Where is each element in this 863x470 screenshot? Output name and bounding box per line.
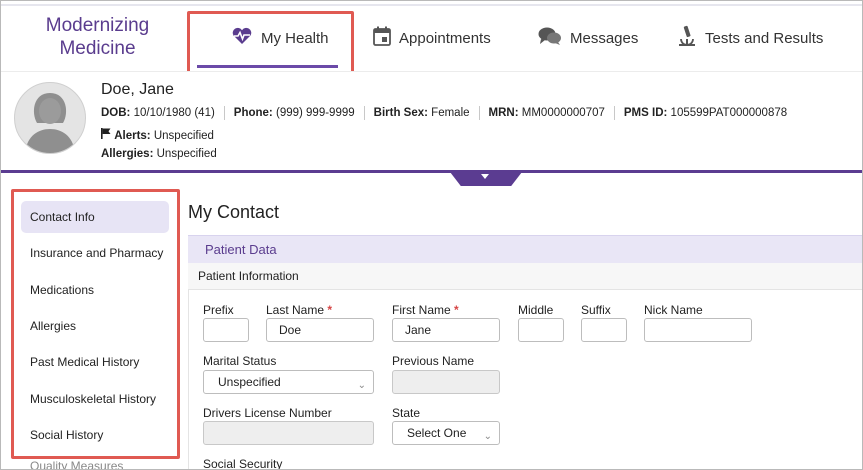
section-header[interactable]: Patient Data [188, 235, 862, 264]
tab-appointments[interactable]: Appointments [373, 25, 491, 51]
tab-label: Tests and Results [705, 29, 824, 47]
marital-status-value: Unspecified [218, 375, 281, 389]
required-mark: * [327, 303, 333, 317]
app-window: Modernizing Medicine My Health Appointme… [0, 0, 863, 470]
dob-value: 10/10/1980 (41) [133, 107, 215, 119]
alerts-row: Alerts: Unspecified [101, 128, 214, 142]
divider [478, 106, 480, 120]
page-title: My Contact [188, 202, 280, 222]
app-logo[interactable]: Modernizing Medicine [15, 14, 180, 60]
tab-messages[interactable]: Messages [538, 25, 638, 51]
sidebar-item-label: Quality Measures [30, 459, 124, 470]
divider [613, 106, 615, 120]
banner-divider [1, 170, 862, 173]
mrn-value: MM0000000707 [521, 107, 605, 119]
subsection-title: Patient Information [198, 269, 299, 283]
pms-value: 105599PAT000000878 [670, 107, 788, 119]
top-nav: Modernizing Medicine My Health Appointme… [1, 1, 862, 71]
drivers-license-label: Drivers License Number [203, 406, 332, 420]
highlight-sidebar [11, 189, 180, 459]
alerts-label: Alerts: [114, 130, 151, 142]
allergies-row: Allergies: Unspecified [101, 148, 217, 160]
marital-status-select[interactable]: Unspecified ⌄ [203, 370, 374, 394]
sex-value: Female [431, 107, 470, 119]
divider [223, 106, 225, 120]
patient-banner: Doe, Jane DOB: 10/10/1980 (41) Phone: (9… [1, 71, 862, 172]
last-name-label-text: Last Name [266, 303, 325, 317]
dob-label: DOB: [101, 107, 131, 119]
top-border [1, 4, 862, 6]
prefix-label: Prefix [203, 303, 234, 317]
social-security-label: Social Security [203, 457, 283, 470]
state-value: Select One [407, 426, 467, 440]
pms-label: PMS ID: [623, 107, 668, 119]
state-select[interactable]: Select One ⌄ [392, 421, 500, 445]
divider [363, 106, 365, 120]
drivers-license-input [203, 421, 374, 445]
patient-name: Doe, Jane [101, 81, 174, 98]
sex-label: Birth Sex: [373, 107, 428, 119]
last-name-input[interactable] [266, 318, 374, 342]
mrn-label: MRN: [488, 107, 519, 119]
chat-bubbles-icon [538, 26, 562, 50]
section-title: Patient Data [205, 242, 277, 257]
patient-demographics: DOB: 10/10/1980 (41) Phone: (999) 999-99… [101, 106, 787, 120]
suffix-input[interactable] [581, 318, 627, 342]
last-name-label: Last Name * [266, 303, 332, 317]
tab-label: Messages [570, 29, 639, 47]
sidebar-item-quality-measures[interactable]: Quality Measures [21, 459, 169, 470]
marital-status-label: Marital Status [203, 354, 277, 368]
flag-icon [101, 128, 111, 142]
nick-name-input[interactable] [644, 318, 752, 342]
nick-name-label: Nick Name [644, 303, 703, 317]
calendar-icon [373, 26, 391, 50]
avatar [14, 82, 86, 154]
subsection-header: Patient Information [188, 263, 862, 290]
required-mark: * [454, 303, 459, 317]
person-silhouette-icon [25, 93, 75, 153]
first-name-input[interactable] [392, 318, 500, 342]
chevron-down-icon [481, 174, 489, 179]
microscope-icon [677, 25, 697, 51]
previous-name-input [392, 370, 500, 394]
first-name-label-text: First Name [392, 303, 451, 317]
chevron-down-icon: ⌄ [483, 431, 492, 442]
phone-label: Phone: [233, 107, 273, 119]
logo-line1: Modernizing [45, 15, 150, 36]
chevron-down-icon: ⌄ [357, 380, 366, 391]
allergies-label: Allergies: [101, 148, 154, 160]
phone-value: (999) 999-9999 [275, 107, 355, 119]
tab-tests-results[interactable]: Tests and Results [677, 25, 823, 51]
state-label: State [392, 406, 421, 420]
middle-label: Middle [518, 303, 554, 317]
tab-label: Appointments [399, 29, 491, 47]
suffix-label: Suffix [581, 303, 611, 317]
logo-line2: Medicine [59, 38, 136, 59]
allergies-value: Unspecified [156, 148, 217, 160]
first-name-label: First Name * [392, 303, 459, 317]
previous-name-label: Previous Name [392, 354, 475, 368]
middle-input[interactable] [518, 318, 564, 342]
alerts-value: Unspecified [153, 130, 214, 142]
prefix-input[interactable] [203, 318, 249, 342]
